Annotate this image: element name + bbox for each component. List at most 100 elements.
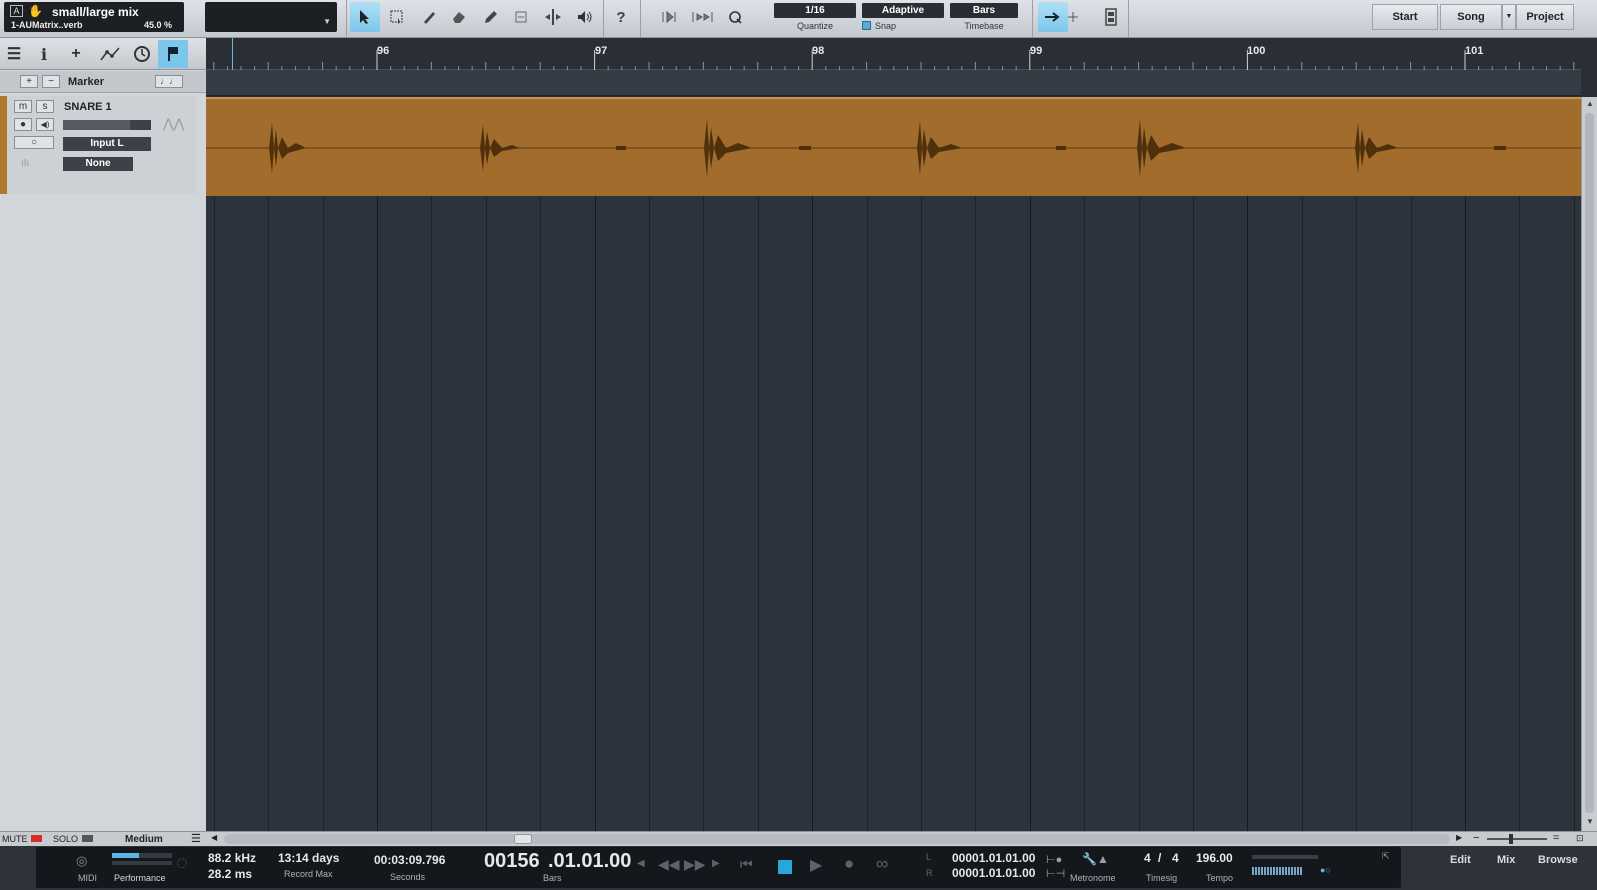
input-select[interactable]: Input L: [63, 137, 151, 151]
global-solo-label[interactable]: SOLO: [53, 834, 78, 844]
record-button[interactable]: ●: [844, 854, 854, 874]
horizontal-scrollbar[interactable]: [224, 834, 1450, 844]
output-select[interactable]: None: [63, 157, 133, 171]
loop-button[interactable]: ∞: [876, 854, 888, 874]
snap-checkbox-group[interactable]: Snap: [862, 21, 922, 31]
fast-forward-button[interactable]: ▶▶: [684, 856, 706, 873]
preset-dropdown[interactable]: ▼: [205, 2, 337, 32]
timesig-numerator[interactable]: 4: [1144, 851, 1151, 865]
listen-tool-button[interactable]: [570, 2, 600, 32]
quantize-button[interactable]: [720, 2, 750, 32]
audio-event-snare[interactable]: [206, 97, 1581, 196]
help-button[interactable]: ?: [606, 2, 636, 32]
cpu-dial-icon[interactable]: ◌: [176, 853, 188, 873]
inspector-button[interactable]: i: [30, 40, 58, 68]
record-arm-button[interactable]: ●: [14, 118, 32, 131]
scroll-lock-button[interactable]: [1064, 2, 1082, 32]
volume-fader[interactable]: [63, 120, 151, 130]
eraser-tool-button[interactable]: [444, 2, 474, 32]
loop-end-display[interactable]: 00001.01.01.00: [952, 866, 1035, 880]
add-marker-button[interactable]: +: [20, 75, 38, 88]
track-header-snare[interactable]: m s SNARE 1 ● ◀) ⋀⋀ ○ Input L ıIı None: [0, 96, 196, 194]
track-height-select[interactable]: Medium: [125, 834, 163, 845]
monitor-button[interactable]: ◀): [36, 118, 54, 131]
insert-preset-display[interactable]: A ✋ small/large mix 1-AUMatrix..verb 45.…: [4, 2, 184, 32]
quantize-value-select[interactable]: 1/16: [774, 3, 856, 18]
bend-tool-button[interactable]: [538, 2, 568, 32]
zoom-out-icon[interactable]: −: [1473, 832, 1479, 844]
preroll-icon[interactable]: ⊢⊣: [1046, 867, 1065, 880]
range-tool-button[interactable]: [382, 2, 412, 32]
precount-icon[interactable]: ⊢●: [1046, 853, 1062, 866]
track-mute-button[interactable]: m: [14, 100, 32, 113]
automation-button[interactable]: [96, 40, 124, 68]
list-menu-icon[interactable]: ☰: [191, 832, 201, 845]
track-solo-button[interactable]: s: [36, 100, 54, 113]
performance-meter[interactable]: [112, 853, 172, 858]
nudge-left-button[interactable]: ◀: [637, 858, 645, 869]
vertical-scroll-thumb[interactable]: [1585, 113, 1594, 813]
tempo-track-button[interactable]: [128, 40, 156, 68]
mute-tool-button[interactable]: [506, 2, 536, 32]
vertical-scrollbar[interactable]: ▲ ▼: [1581, 97, 1597, 831]
zoom-slider[interactable]: [1487, 834, 1547, 844]
rewind-button[interactable]: ◀◀: [658, 856, 680, 873]
track-list-menu-button[interactable]: ☰: [0, 40, 28, 68]
marker-lane[interactable]: [206, 70, 1581, 96]
video-button[interactable]: [1096, 2, 1126, 32]
marker-notes-button[interactable]: ♩♩: [155, 75, 183, 88]
edit-view-button[interactable]: Edit: [1450, 854, 1471, 866]
automation-a-icon[interactable]: A: [10, 5, 23, 17]
transport-settings-icon[interactable]: ⇱: [1382, 851, 1390, 862]
song-page-button[interactable]: Song: [1440, 4, 1502, 30]
bars-display-main[interactable]: 00156: [484, 850, 540, 873]
nudge-right-button[interactable]: ▶: [712, 858, 720, 869]
scroll-down-icon[interactable]: ▼: [1586, 817, 1594, 826]
meter-icon[interactable]: ıIı: [21, 158, 29, 169]
waveform-icon[interactable]: ⋀⋀: [163, 116, 184, 132]
snap-mode-select[interactable]: Adaptive: [862, 3, 944, 18]
nudge-back-button[interactable]: [656, 2, 686, 32]
midi-monitor-icon[interactable]: ◎: [76, 853, 87, 869]
snap-checkbox[interactable]: [862, 21, 871, 30]
arrow-tool-button[interactable]: [350, 2, 380, 32]
range-select-icon: [390, 10, 403, 24]
stop-button[interactable]: [778, 860, 792, 874]
solo-indicator[interactable]: [82, 835, 93, 842]
bars-display-sub[interactable]: .01.01.00: [548, 850, 631, 873]
hand-icon[interactable]: ✋: [28, 4, 43, 18]
return-to-zero-button[interactable]: ⏮: [740, 856, 753, 873]
mute-indicator[interactable]: [31, 835, 42, 842]
arrange-view[interactable]: [206, 97, 1581, 831]
play-button[interactable]: ▶: [810, 855, 822, 875]
zoom-in-icon[interactable]: =: [1553, 832, 1559, 844]
song-dropdown-button[interactable]: ▼: [1502, 4, 1516, 30]
scroll-left-icon[interactable]: ◀: [211, 833, 217, 842]
master-volume-knob[interactable]: ●○: [1320, 865, 1331, 875]
timeline-ruler[interactable]: 96 97 98 99 100 101: [206, 38, 1581, 70]
track-name[interactable]: SNARE 1: [64, 101, 112, 113]
project-page-button[interactable]: Project: [1516, 4, 1574, 30]
seconds-display[interactable]: 00:03:09.796: [374, 853, 445, 867]
mix-view-button[interactable]: Mix: [1497, 854, 1515, 866]
timestretch-button[interactable]: ○: [14, 136, 54, 149]
timebase-select[interactable]: Bars: [950, 3, 1018, 18]
metronome-settings-icon[interactable]: 🔧▲: [1082, 852, 1109, 866]
zoom-full-icon[interactable]: ⊡: [1576, 833, 1584, 844]
zoom-slider-handle[interactable]: [1509, 834, 1513, 844]
add-track-button[interactable]: +: [62, 40, 90, 68]
loop-start-display[interactable]: 00001.01.01.00: [952, 851, 1035, 865]
browse-view-button[interactable]: Browse: [1538, 854, 1578, 866]
scroll-up-icon[interactable]: ▲: [1586, 99, 1594, 108]
global-mute-label[interactable]: MUTE: [2, 834, 28, 844]
scroll-right-icon[interactable]: ▶: [1456, 833, 1462, 842]
timesig-denominator[interactable]: 4: [1172, 851, 1179, 865]
start-page-button[interactable]: Start: [1372, 4, 1438, 30]
remove-marker-button[interactable]: −: [42, 75, 60, 88]
nudge-forward-button[interactable]: [688, 2, 718, 32]
tempo-display[interactable]: 196.00: [1196, 851, 1233, 865]
split-tool-button[interactable]: [414, 2, 444, 32]
paint-tool-button[interactable]: [476, 2, 506, 32]
horizontal-scroll-thumb[interactable]: [514, 834, 532, 844]
marker-track-button[interactable]: [158, 40, 188, 68]
